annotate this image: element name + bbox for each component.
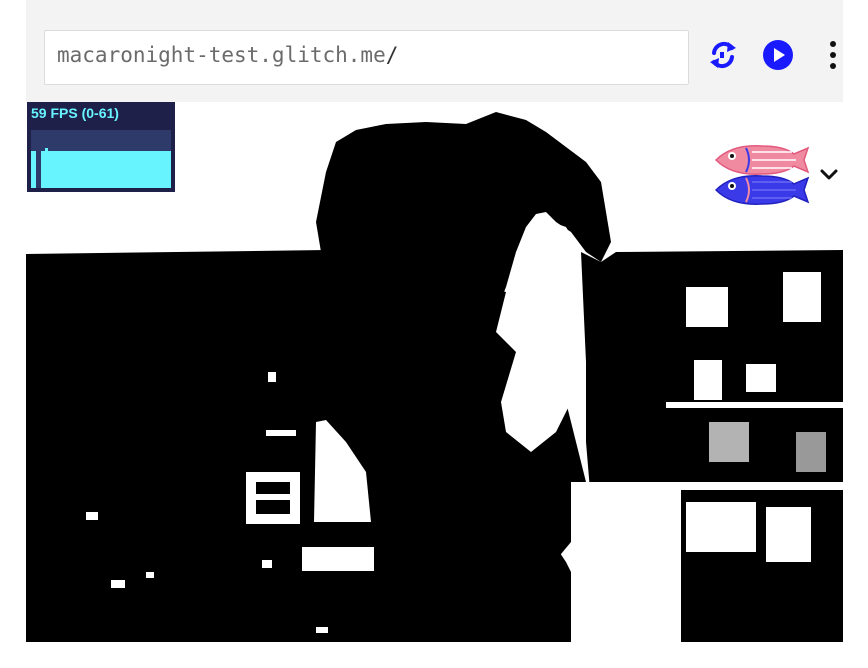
play-icon[interactable] xyxy=(762,39,794,71)
blue-fish-icon xyxy=(714,175,810,205)
chevron-down-icon[interactable] xyxy=(818,166,840,184)
pink-fish-icon xyxy=(714,145,810,175)
fps-monitor[interactable]: 59 FPS (0-61) xyxy=(27,102,175,192)
fish-toggle-button[interactable] xyxy=(712,138,812,212)
refresh-icon[interactable] xyxy=(706,38,740,72)
url-host: macaronight-test.glitch.me xyxy=(57,43,386,67)
fps-graph xyxy=(31,130,171,188)
url-text: macaronight-test.glitch.me/ xyxy=(57,43,398,67)
address-bar[interactable]: macaronight-test.glitch.me/ xyxy=(44,30,689,85)
url-slash: / xyxy=(385,43,399,67)
more-vertical-icon[interactable] xyxy=(826,40,840,70)
fps-label: 59 FPS (0-61) xyxy=(31,105,119,121)
